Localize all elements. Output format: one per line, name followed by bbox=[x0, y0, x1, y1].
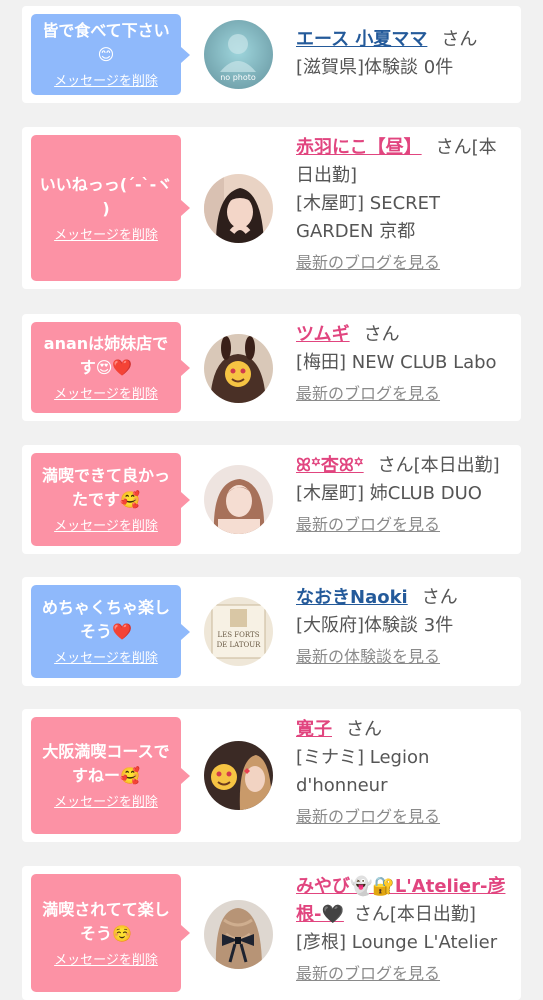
hair-ribbon-photo-icon bbox=[204, 900, 273, 969]
latest-blog-link[interactable]: 最新のブログを見る bbox=[296, 963, 440, 985]
message-feed: 皆で食べて下さい😊 メッセージを削除 no photo エース 小夏ママさん bbox=[0, 0, 543, 1000]
message-bubble: めちゃくちゃ楽しそう❤️ メッセージを削除 bbox=[31, 585, 190, 678]
latest-blog-link[interactable]: 最新のブログを見る bbox=[296, 514, 440, 536]
svg-text:LES FORTS: LES FORTS bbox=[218, 631, 260, 639]
profile-photo-icon bbox=[204, 334, 273, 403]
message-card: 満喫されてて楽しそう☺️ メッセージを削除 みやび👻🔐L'Atelier-彦根-… bbox=[22, 866, 521, 1000]
message-card: ananは姉妹店です😍❤️ メッセージを削除 ツムギ さん [梅田] NEW CL… bbox=[22, 314, 521, 421]
message-bubble: 皆で食べて下さい😊 メッセージを削除 bbox=[31, 14, 190, 95]
message-bubble: 満喫されてて楽しそう☺️ メッセージを削除 bbox=[31, 874, 190, 992]
avatar[interactable] bbox=[204, 334, 273, 403]
sender-name-link[interactable]: ツムギ bbox=[296, 324, 350, 345]
sender-name-link[interactable]: 赤羽にこ【昼】 bbox=[296, 137, 422, 158]
latest-review-link[interactable]: 最新の体験談を見る bbox=[296, 646, 440, 668]
avatar[interactable] bbox=[204, 900, 273, 969]
sender-info: なおきNaoki さん [大阪府]体験談 3件 最新の体験談を見る bbox=[296, 584, 507, 668]
sender-info: エース 小夏ママ さん [滋賀県]体験談 0件 bbox=[296, 26, 507, 82]
sender-name-link[interactable]: エース 小夏ママ bbox=[296, 29, 427, 50]
sender-name-link[interactable]: ꕤ꙳杏ꕤ꙳ bbox=[296, 455, 364, 476]
message-bubble: 大阪満喫コースですねー🥰 メッセージを削除 bbox=[31, 717, 190, 834]
latest-blog-link[interactable]: 最新のブログを見る bbox=[296, 806, 440, 828]
sender-name-line: なおきNaoki さん bbox=[296, 584, 507, 612]
sender-name-line: ツムギ さん bbox=[296, 321, 507, 349]
delete-message-link[interactable]: メッセージを削除 bbox=[54, 794, 158, 811]
message-card: めちゃくちゃ楽しそう❤️ メッセージを削除 LES FORTS DE LATOU… bbox=[22, 577, 521, 686]
message-bubble: 満喫できて良かったです🥰 メッセージを削除 bbox=[31, 453, 190, 546]
honorific: さん bbox=[421, 587, 458, 608]
avatar[interactable]: LES FORTS DE LATOUR bbox=[204, 597, 273, 666]
latest-blog-link[interactable]: 最新のブログを見る bbox=[296, 383, 440, 405]
message-card: 皆で食べて下さい😊 メッセージを削除 no photo エース 小夏ママさん bbox=[22, 6, 521, 103]
shop-label: [ミナミ] Legion d'honneur bbox=[296, 747, 430, 796]
message-bubble: いいねっっ(´-`-ヾ ) メッセージを削除 bbox=[31, 135, 190, 281]
sender-info: ツムギ さん [梅田] NEW CLUB Labo 最新のブログを見る bbox=[296, 321, 507, 405]
message-text: めちゃくちゃ楽しそう❤️ bbox=[41, 598, 170, 641]
wine-label-photo-icon: LES FORTS DE LATOUR bbox=[204, 597, 273, 666]
sender-name-link[interactable]: 寛子 bbox=[296, 719, 332, 740]
delete-message-link[interactable]: メッセージを削除 bbox=[54, 227, 158, 244]
sender-name-line: エース 小夏ママ さん bbox=[296, 26, 507, 54]
message-bubble: ananは姉妹店です😍❤️ メッセージを削除 bbox=[31, 322, 190, 413]
shop-label: [大阪府]体験談 3件 bbox=[296, 615, 454, 636]
sender-name-line: ꕤ꙳杏ꕤ꙳ さん[本日出勤] bbox=[296, 452, 507, 480]
shop-label: [滋賀県]体験談 0件 bbox=[296, 57, 454, 78]
honorific: さん bbox=[346, 719, 382, 740]
sender-name-link[interactable]: なおきNaoki bbox=[296, 587, 408, 608]
delete-message-link[interactable]: メッセージを削除 bbox=[54, 650, 158, 667]
latest-blog-link[interactable]: 最新のブログを見る bbox=[296, 252, 440, 274]
message-text: 大阪満喫コースですねー🥰 bbox=[42, 742, 170, 785]
sender-info: 赤羽にこ【昼】 さん[本日出勤] [木屋町] SECRET GARDEN 京都 最… bbox=[296, 134, 507, 274]
shop-label: [木屋町] 姉CLUB DUO bbox=[296, 483, 482, 504]
sender-name-line: みやび👻🔐L'Atelier-彦根-🖤 さん[本日出勤] bbox=[296, 873, 507, 929]
message-text: 満喫されてて楽しそう☺️ bbox=[42, 899, 170, 943]
no-photo-avatar-icon: no photo bbox=[204, 20, 273, 89]
sender-info: みやび👻🔐L'Atelier-彦根-🖤 さん[本日出勤] [彦根] Lounge … bbox=[296, 873, 507, 985]
message-card: 満喫できて良かったです🥰 メッセージを削除 ꕤ꙳杏ꕤ꙳ さん[本日出勤] [木屋町… bbox=[22, 445, 521, 554]
honorific: さん[本日出勤] bbox=[353, 904, 476, 925]
avatar[interactable] bbox=[204, 174, 273, 243]
profile-photo-icon bbox=[204, 174, 273, 243]
message-card: いいねっっ(´-`-ヾ ) メッセージを削除 赤羽にこ【昼】 さん[本日出勤] [… bbox=[22, 127, 521, 289]
message-text: 満喫できて良かったです🥰 bbox=[41, 466, 170, 509]
sender-name-line: 寛子 さん bbox=[296, 716, 507, 744]
delete-message-link[interactable]: メッセージを削除 bbox=[54, 73, 158, 90]
delete-message-link[interactable]: メッセージを削除 bbox=[54, 518, 158, 535]
avatar[interactable] bbox=[204, 465, 273, 534]
sender-name-line: 赤羽にこ【昼】 さん[本日出勤] bbox=[296, 134, 507, 190]
message-text: いいねっっ(´-`-ヾ ) bbox=[39, 174, 173, 218]
message-card: 大阪満喫コースですねー🥰 メッセージを削除 寛子 さん [ミナミ] Legion … bbox=[22, 709, 521, 842]
svg-text:no photo: no photo bbox=[220, 73, 256, 82]
sender-info: ꕤ꙳杏ꕤ꙳ さん[本日出勤] [木屋町] 姉CLUB DUO 最新のブログを見る bbox=[296, 452, 507, 536]
shop-label: [梅田] NEW CLUB Labo bbox=[296, 352, 497, 373]
avatar[interactable] bbox=[204, 741, 273, 810]
avatar[interactable]: no photo bbox=[204, 20, 273, 89]
message-text: 皆で食べて下さい😊 bbox=[42, 21, 170, 64]
delete-message-link[interactable]: メッセージを削除 bbox=[54, 386, 158, 403]
shop-label: [彦根] Lounge L'Atelier bbox=[296, 932, 498, 953]
message-text: ananは姉妹店です😍❤️ bbox=[43, 334, 169, 377]
honorific: さん[本日出勤] bbox=[377, 455, 500, 476]
honorific: さん bbox=[363, 324, 400, 345]
delete-message-link[interactable]: メッセージを削除 bbox=[54, 952, 158, 969]
honorific: さん bbox=[441, 29, 478, 50]
shop-label: [木屋町] SECRET GARDEN 京都 bbox=[296, 193, 441, 242]
profile-photo-icon bbox=[204, 741, 273, 810]
svg-text:DE LATOUR: DE LATOUR bbox=[217, 641, 262, 649]
profile-photo-icon bbox=[204, 465, 273, 534]
sender-info: 寛子 さん [ミナミ] Legion d'honneur 最新のブログを見る bbox=[296, 716, 507, 828]
